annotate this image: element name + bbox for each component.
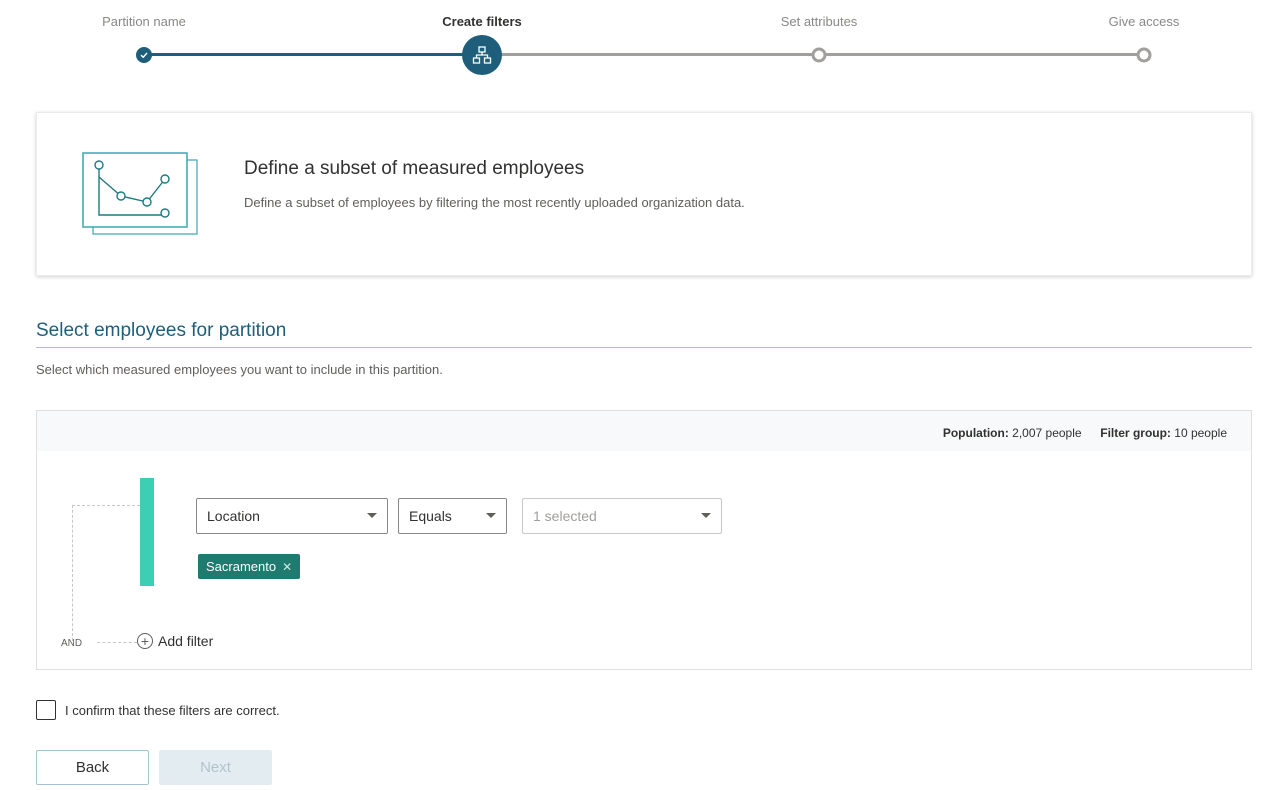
chevron-down-icon [486, 513, 496, 518]
section-title: Select employees for partition [36, 320, 287, 341]
info-card: Define a subset of measured employees De… [36, 112, 1252, 276]
chevron-down-icon [367, 513, 377, 518]
values-dropdown-placeholder: 1 selected [533, 508, 597, 524]
step-node-set-attributes [811, 47, 827, 63]
stepper-track-complete [144, 53, 482, 56]
back-button[interactable]: Back [36, 750, 149, 785]
add-filter-button[interactable]: + Add filter [137, 633, 213, 649]
operator-dropdown-value: Equals [409, 508, 452, 524]
checkmark-icon [140, 52, 148, 59]
confirm-checkbox[interactable] [36, 700, 56, 720]
filter-group-label: Filter group: [1100, 426, 1171, 440]
add-filter-label: Add filter [158, 633, 214, 649]
population-summary: Population: 2,007 people Filter group: 1… [943, 426, 1227, 440]
org-hierarchy-icon [472, 46, 492, 64]
progress-stepper: Partition name Create filters Set attrib… [0, 0, 1268, 80]
field-dropdown[interactable]: Location [196, 498, 388, 534]
filter-panel: Population: 2,007 people Filter group: 1… [36, 410, 1252, 670]
step-label-create-filters: Create filters [442, 14, 522, 29]
line-chart-illustration-icon [81, 151, 201, 242]
field-dropdown-value: Location [207, 508, 260, 524]
step-label-partition-name: Partition name [102, 14, 186, 29]
filter-group-bar [140, 478, 154, 586]
close-icon[interactable]: ✕ [282, 560, 292, 574]
confirm-label: I confirm that these filters are correct… [65, 702, 280, 718]
plus-circle-icon: + [137, 633, 153, 649]
logic-tree-connector [72, 505, 73, 641]
filter-panel-header: Population: 2,007 people Filter group: 1… [37, 411, 1251, 451]
logic-tree-branch [97, 642, 137, 643]
and-operator-label: AND [61, 638, 83, 649]
info-card-title: Define a subset of measured employees [244, 158, 585, 179]
step-node-partition-name [136, 47, 152, 63]
chevron-down-icon [701, 513, 711, 518]
operator-dropdown[interactable]: Equals [398, 498, 507, 534]
info-card-description: Define a subset of employees by filterin… [244, 195, 745, 210]
step-label-set-attributes: Set attributes [780, 14, 858, 29]
step-node-give-access [1136, 47, 1152, 63]
step-node-create-filters [462, 35, 502, 75]
section-divider [36, 347, 1252, 348]
filter-group-value: 10 people [1174, 426, 1227, 440]
section-description: Select which measured employees you want… [36, 362, 443, 377]
population-label: Population: [942, 426, 1009, 440]
confirm-filters-row[interactable]: I confirm that these filters are correct… [36, 700, 280, 720]
logic-tree-branch [72, 505, 140, 506]
filter-value-chip: Sacramento ✕ [198, 554, 301, 579]
population-value: 2,007 people [1012, 426, 1082, 440]
step-label-give-access: Give access [1108, 14, 1180, 29]
values-dropdown[interactable]: 1 selected [522, 498, 722, 534]
chip-label: Sacramento [206, 559, 277, 574]
next-button[interactable]: Next [159, 750, 272, 785]
